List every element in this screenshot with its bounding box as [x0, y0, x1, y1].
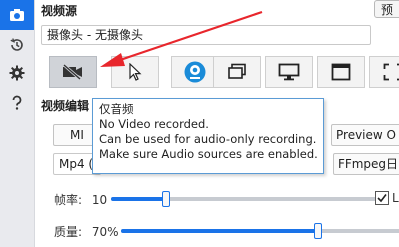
cursor-button[interactable] [111, 56, 159, 88]
quality-slider-thumb[interactable] [314, 223, 323, 239]
window-icon [228, 63, 246, 79]
help-icon[interactable] [0, 88, 34, 118]
fps-slider[interactable] [111, 197, 387, 201]
no-video-icon [63, 64, 82, 80]
quality-value: 70% [91, 225, 119, 239]
tooltip: 仅音频 No Video recorded. Can be used for a… [92, 98, 324, 174]
camera-icon[interactable] [0, 0, 34, 30]
check-icon [377, 194, 387, 203]
side-navigation [0, 0, 35, 247]
quality-slider-fill [121, 229, 319, 233]
webcam-icon [184, 61, 206, 83]
fullscreen-button[interactable] [369, 56, 399, 88]
region-button[interactable] [317, 56, 365, 88]
fps-label-text: 帧率: [54, 193, 83, 207]
ffmpeg-button[interactable]: FFmpeg日 [333, 153, 399, 175]
fps-label: 帧率: 10 [54, 191, 107, 208]
checkbox-label: L [392, 191, 399, 205]
preview-button[interactable]: 预 [374, 0, 399, 18]
tooltip-line: No Video recorded. [99, 117, 209, 131]
fps-slider-thumb[interactable] [162, 191, 171, 207]
checkbox[interactable] [375, 191, 389, 205]
video-source-title: 视频源 [41, 4, 78, 18]
cursor-icon [129, 63, 142, 81]
region-icon [331, 63, 351, 81]
tooltip-line: Make sure Audio sources are enabled. [99, 147, 318, 161]
screen-button[interactable] [265, 56, 313, 88]
quality-label-text: 质量: [54, 225, 83, 239]
gear-icon[interactable] [0, 58, 34, 88]
fullscreen-icon [383, 63, 399, 81]
fps-slider-fill [111, 197, 167, 201]
tooltip-title: 仅音频 [99, 102, 134, 116]
video-source-select[interactable]: 摄像头 - 无摄像头 [41, 25, 371, 45]
fps-value: 10 [91, 193, 108, 207]
quality-slider[interactable] [121, 229, 399, 233]
screen-icon [278, 63, 300, 81]
quality-label: 质量: 70% [54, 223, 119, 240]
preview-on-button[interactable]: Preview O [331, 124, 399, 146]
no-video-button[interactable] [49, 56, 97, 88]
video-source-select-value: 摄像头 - 无摄像头 [47, 28, 143, 42]
history-icon[interactable] [0, 30, 34, 60]
window-button[interactable] [213, 56, 261, 88]
video-editor-title: 视频编辑 [41, 99, 90, 113]
webcam-button[interactable] [171, 56, 219, 88]
tooltip-line: Can be used for audio-only recording. [99, 132, 317, 146]
